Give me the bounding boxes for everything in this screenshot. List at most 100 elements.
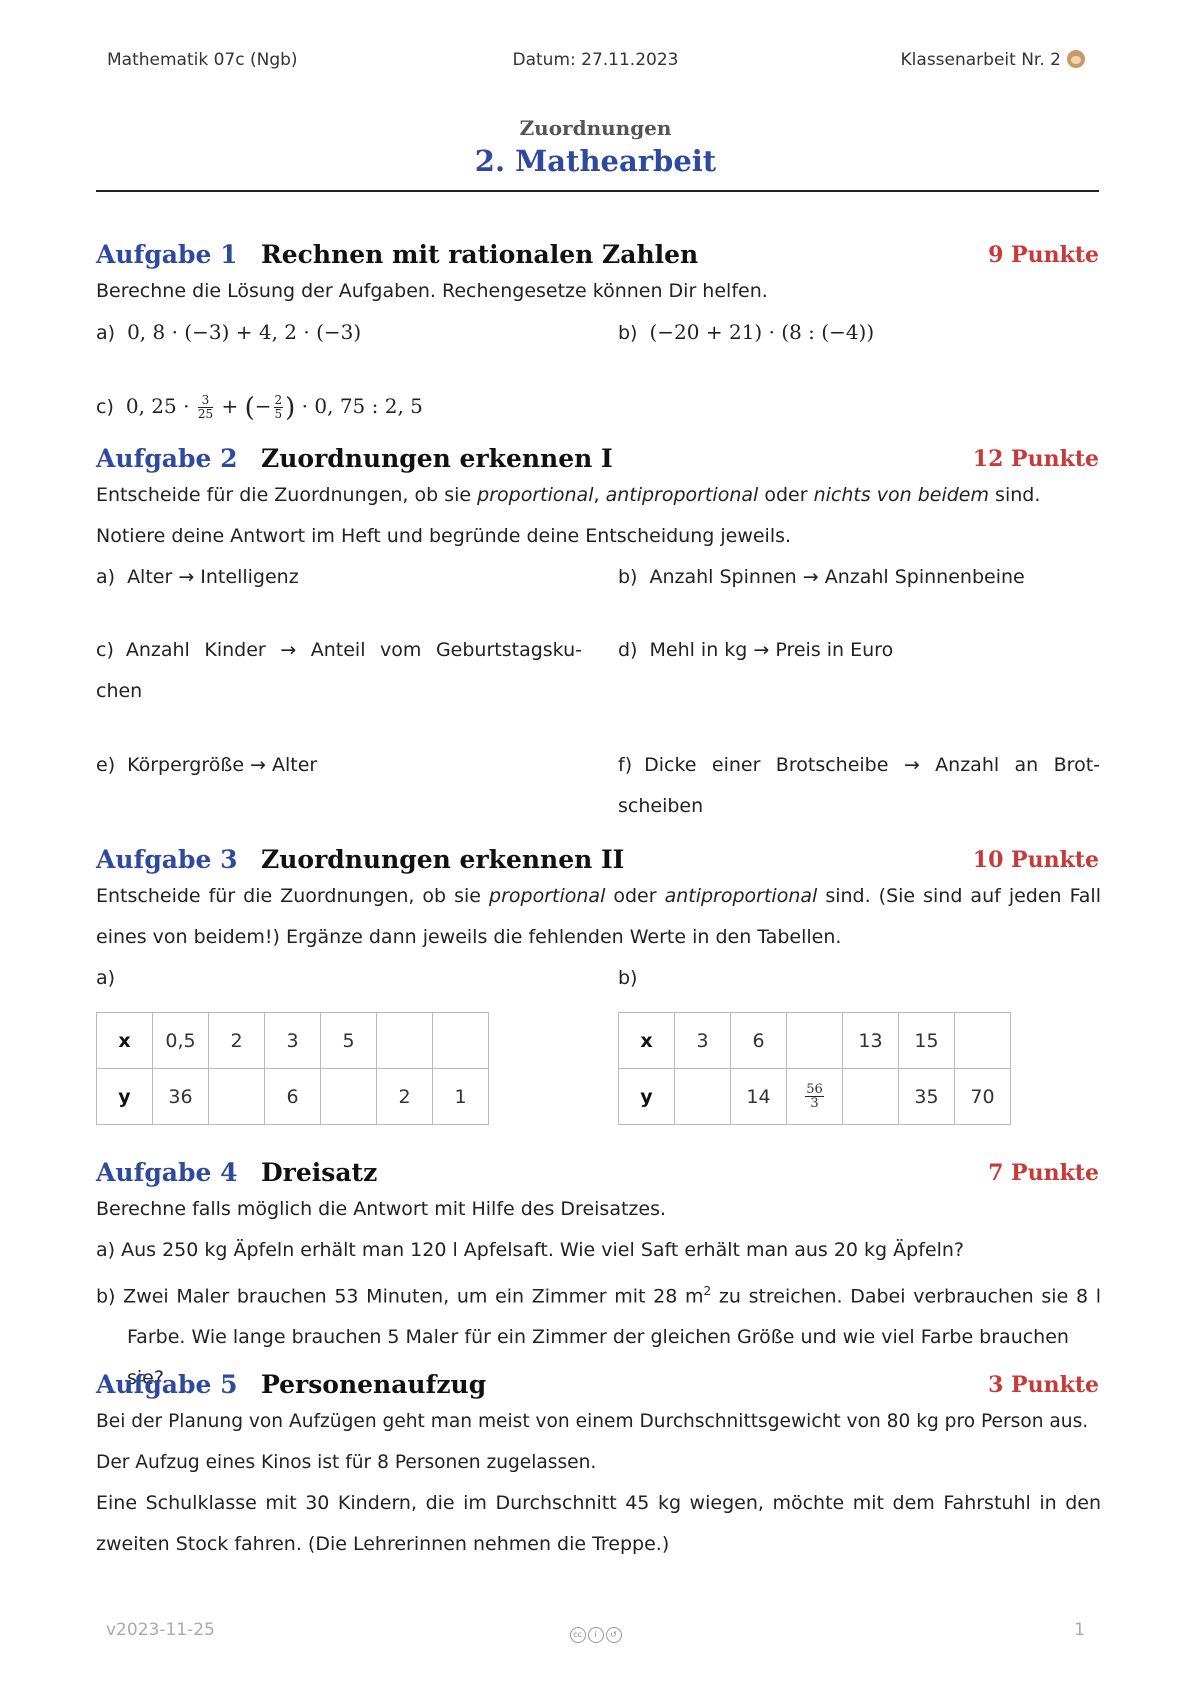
row-header: x (96, 1012, 153, 1069)
task-title: Zuordnungen erkennen II (261, 845, 625, 874)
intro-emphasis: antiproportional (664, 885, 818, 907)
intro-text: Entscheide für die Zuordnungen, ob sie (96, 885, 490, 907)
table-row-y: y 36 6 2 1 (96, 1068, 489, 1125)
task-5-paragraph-2: Eine Schulklasse mit 30 Kindern, die im … (96, 1492, 1101, 1555)
header-exam: Klassenarbeit Nr. 2 (901, 50, 1085, 70)
table-row-y: y 14 56 3 35 70 (618, 1068, 1011, 1125)
expr-part: · 0, 75 : 2, 5 (301, 394, 423, 418)
item-text: Aus 250 kg Äpfeln erhält man 120 l Apfel… (121, 1239, 965, 1261)
intro-text: oder (758, 484, 814, 506)
fraction: 3 25 (197, 394, 214, 421)
table-cell: 70 (954, 1068, 1011, 1125)
table-cell: 3 (264, 1012, 321, 1069)
table-cell (786, 1012, 843, 1069)
item-label: e) (96, 754, 116, 776)
task-2-intro: Entscheide für die Zuordnungen, ob sie p… (96, 475, 1101, 557)
item-label: b) (618, 566, 638, 588)
task-2-item-f: f) Dicke einer Brotscheibe → Anzahl an Br… (618, 745, 1100, 827)
fraction-denominator: 3 (810, 1096, 819, 1111)
item-label: f) (618, 754, 633, 776)
math-expression: 0, 25 · 3 25 + (− 2 5) · 0, 75 : 2, 5 (125, 393, 423, 423)
table-cell: 2 (208, 1012, 265, 1069)
item-label: a) (96, 1239, 116, 1261)
task-points: 9 Punkte (988, 242, 1099, 268)
table-a-label: a) (96, 967, 116, 989)
item-label: b) (618, 322, 638, 344)
intro-emphasis: nichts von beidem (813, 484, 989, 506)
task-points: 7 Punkte (988, 1160, 1099, 1186)
intro-emphasis: proportional (489, 885, 606, 907)
item-label: b) (96, 1285, 116, 1308)
exam-page: Mathematik 07c (Ngb) Datum: 27.11.2023 K… (0, 0, 1191, 1684)
task-3-intro: Entscheide für die Zuordnungen, ob sie p… (96, 876, 1101, 958)
item-text: Anzahl Kinder → Anteil vom Geburtstagsku… (125, 639, 582, 661)
table-cell: 36 (152, 1068, 209, 1125)
item-text: Dicke einer Brotscheibe → Anzahl an Brot… (644, 754, 1100, 776)
task-number: Aufgabe 5 (96, 1370, 238, 1399)
task-4-header: Aufgabe 4 Dreisatz 7 Punkte (96, 1158, 1099, 1192)
table-cell (432, 1012, 489, 1069)
item-text: zu streichen. Dabei verbrauchen sie 8 l (711, 1285, 1101, 1308)
title-divider (96, 190, 1099, 192)
item-label: a) (96, 322, 116, 344)
fraction: 56 3 (805, 1083, 824, 1110)
item-text: Anzahl Spinnen → Anzahl Spinnenbeine (649, 566, 1025, 588)
item-label: c) (96, 639, 114, 661)
task-number: Aufgabe 1 (96, 240, 238, 269)
header-exam-label: Klassenarbeit Nr. 2 (900, 50, 1061, 70)
item-text-continued: scheiben (618, 795, 704, 817)
task-points: 10 Punkte (972, 847, 1099, 873)
fraction-cell: 56 3 (786, 1068, 843, 1125)
item-label: a) (96, 566, 116, 588)
task-1-intro: Berechne die Lösung der Aufgaben. Rechen… (96, 280, 768, 302)
table-cell: 3 (674, 1012, 731, 1069)
value-table-b: x 3 6 13 15 y 14 56 3 35 70 (618, 1012, 1011, 1125)
row-header: y (618, 1068, 675, 1125)
item-text: Zwei Maler brauchen 53 Minuten, um ein Z… (123, 1285, 704, 1308)
table-cell: 15 (898, 1012, 955, 1069)
intro-text: , (593, 484, 606, 506)
table-cell: 14 (730, 1068, 787, 1125)
table-cell: 6 (264, 1068, 321, 1125)
table-cell (320, 1068, 377, 1125)
table-cell (674, 1068, 731, 1125)
table-cell: 2 (376, 1068, 433, 1125)
task-points: 12 Punkte (972, 446, 1099, 472)
table-cell: 1 (432, 1068, 489, 1125)
task-2-item-b: b) Anzahl Spinnen → Anzahl Spinnenbeine (618, 557, 1025, 598)
value-table-a: x 0,5 2 3 5 y 36 6 2 1 (96, 1012, 489, 1125)
table-row-x: x 3 6 13 15 (618, 1012, 1011, 1069)
task-5-header: Aufgabe 5 Personenaufzug 3 Punkte (96, 1370, 1099, 1404)
table-cell: 6 (730, 1012, 787, 1069)
table-b-label: b) (618, 967, 638, 989)
task-2-item-e: e) Körpergröße → Alter (96, 745, 317, 786)
row-header: y (96, 1068, 153, 1125)
fraction-denominator: 25 (197, 407, 214, 421)
task-2-header: Aufgabe 2 Zuordnungen erkennen I 12 Punk… (96, 444, 1099, 478)
item-text: Alter → Intelligenz (127, 566, 299, 588)
task-5-paragraph-1: Bei der Planung von Aufzügen geht man me… (96, 1411, 1089, 1473)
task-1-item-b: b) (−20 + 21) · (8 : (−4)) (618, 312, 874, 354)
expr-part: + (221, 394, 239, 418)
item-label: d) (618, 639, 638, 661)
fraction-denominator: 5 (274, 407, 283, 421)
task-number: Aufgabe 4 (96, 1158, 238, 1187)
task-1-item-a: a) 0, 8 · (−3) + 4, 2 · (−3) (96, 312, 361, 354)
fraction-numerator: 56 (805, 1082, 824, 1097)
item-label: c) (96, 396, 114, 418)
table-cell: 0,5 (152, 1012, 209, 1069)
table-cell (842, 1068, 899, 1125)
task-4-item-a: a) Aus 250 kg Äpfeln erhält man 120 l Ap… (96, 1230, 1101, 1271)
row-header: x (618, 1012, 675, 1069)
footer-page-number: 1 (1074, 1620, 1085, 1640)
item-text: Mehl in kg → Preis in Euro (649, 639, 894, 661)
task-title: Dreisatz (261, 1158, 378, 1187)
page-title: 2. Mathearbeit (474, 144, 717, 178)
item-text-continued: chen (96, 680, 143, 702)
intro-text: oder (605, 885, 665, 907)
intro-text: Entscheide für die Zuordnungen, ob sie (96, 484, 478, 506)
monkey-icon (1067, 50, 1085, 68)
table-cell (208, 1068, 265, 1125)
table-cell: 13 (842, 1012, 899, 1069)
task-number: Aufgabe 3 (96, 845, 238, 874)
